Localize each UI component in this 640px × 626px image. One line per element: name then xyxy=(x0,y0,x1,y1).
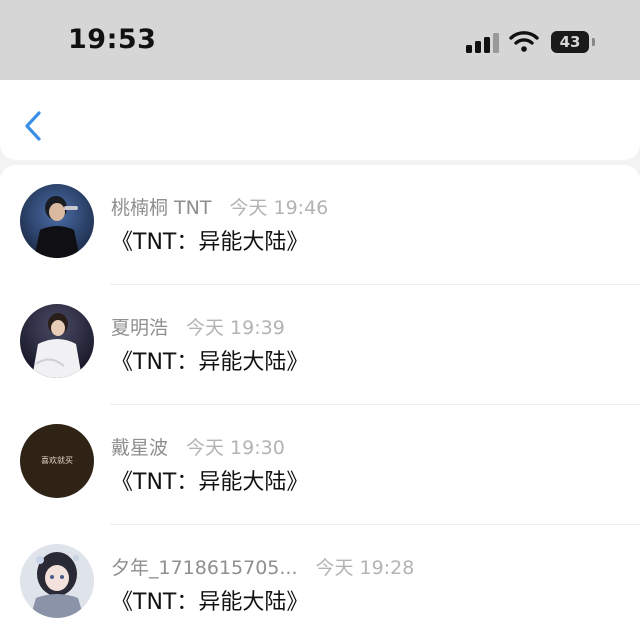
message-text: 《TNT：异能大陆》 xyxy=(111,470,309,495)
avatar[interactable] xyxy=(20,304,94,378)
message-header: 戴星波 今天 19:30 xyxy=(111,433,285,460)
battery-level: 43 xyxy=(559,33,581,51)
avatar[interactable] xyxy=(20,544,94,618)
message-header: 夏明浩 今天 19:39 xyxy=(111,313,285,340)
sender-name[interactable]: 桃楠桐 TNT xyxy=(111,197,211,219)
avatar-image xyxy=(20,304,94,378)
avatar-image xyxy=(20,184,94,258)
avatar-text: 喜欢就买 xyxy=(41,456,73,465)
avatar[interactable] xyxy=(20,184,94,258)
battery-icon: 43 xyxy=(551,31,589,53)
message-time: 今天 19:30 xyxy=(186,437,285,459)
message-time: 今天 19:28 xyxy=(315,557,415,579)
message-list: 桃楠桐 TNT 今天 19:46 《TNT：异能大陆》 夏明浩 今天 19:39… xyxy=(0,165,640,626)
message-header: 夕年_1718615705... 今天 19:28 xyxy=(111,553,414,580)
message-text: 《TNT：异能大陆》 xyxy=(111,350,309,375)
status-bar: 19:53 43 xyxy=(0,0,640,80)
list-item[interactable]: 喜欢就买 戴星波 今天 19:30 《TNT：异能大陆》 xyxy=(0,405,640,525)
avatar[interactable]: 喜欢就买 xyxy=(20,424,94,498)
avatar-image xyxy=(20,544,94,618)
sender-name[interactable]: 戴星波 xyxy=(111,437,168,459)
list-item[interactable]: 夏明浩 今天 19:39 《TNT：异能大陆》 xyxy=(0,285,640,405)
message-header: 桃楠桐 TNT 今天 19:46 xyxy=(111,193,328,220)
sender-name[interactable]: 夏明浩 xyxy=(111,317,168,339)
message-text: 《TNT：异能大陆》 xyxy=(111,590,309,615)
list-item[interactable]: 夕年_1718615705... 今天 19:28 《TNT：异能大陆》 xyxy=(0,525,640,626)
status-time: 19:53 xyxy=(68,24,157,55)
message-time: 今天 19:39 xyxy=(186,317,285,339)
message-time: 今天 19:46 xyxy=(229,197,329,219)
wifi-icon xyxy=(509,31,539,52)
battery-nub xyxy=(592,38,595,46)
sender-name[interactable]: 夕年_1718615705... xyxy=(111,557,298,579)
list-item[interactable]: 桃楠桐 TNT 今天 19:46 《TNT：异能大陆》 xyxy=(0,165,640,285)
chevron-left-icon[interactable] xyxy=(20,108,50,144)
cellular-signal-icon xyxy=(466,33,499,53)
nav-bar xyxy=(0,80,640,160)
message-text: 《TNT：异能大陆》 xyxy=(111,230,309,255)
